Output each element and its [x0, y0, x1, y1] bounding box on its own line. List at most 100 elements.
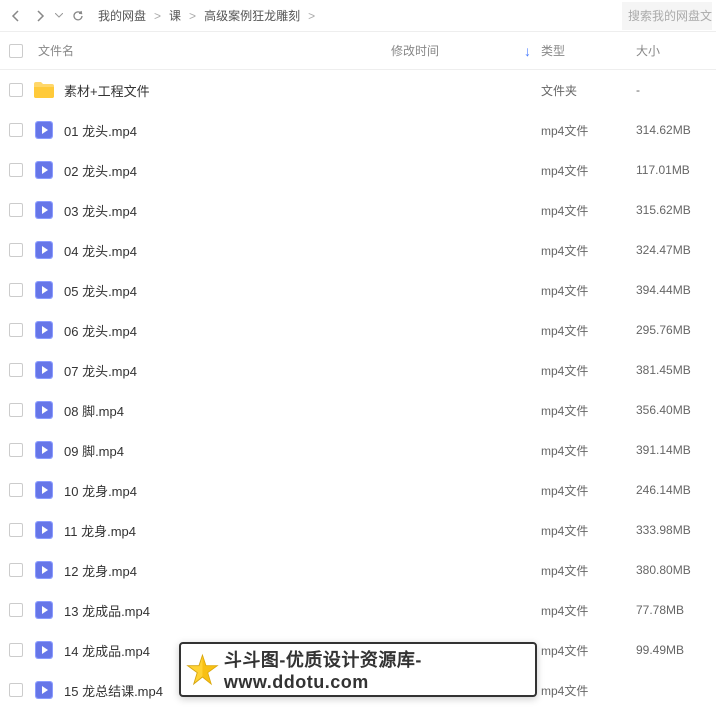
file-size: 117.01MB [636, 163, 716, 177]
header-size[interactable]: 大小 [636, 42, 716, 59]
breadcrumb-item[interactable]: 高级案例狂龙雕刻 [204, 7, 300, 24]
row-checkbox[interactable] [9, 203, 23, 217]
row-checkbox[interactable] [9, 603, 23, 617]
header-name[interactable]: 文件名 [32, 42, 391, 59]
row-checkbox[interactable] [9, 83, 23, 97]
file-name-cell[interactable]: 素材+工程文件 [32, 81, 391, 100]
file-name-cell[interactable]: 10 龙身.mp4 [32, 480, 391, 500]
row-checkbox[interactable] [9, 523, 23, 537]
table-row[interactable]: 08 脚.mp4mp4文件356.40MB [0, 390, 716, 430]
file-name-cell[interactable]: 07 龙头.mp4 [32, 360, 391, 380]
search-input[interactable]: 搜索我的网盘文件 [622, 2, 712, 30]
video-icon [32, 520, 56, 540]
row-checkbox[interactable] [9, 243, 23, 257]
video-icon [32, 600, 56, 620]
file-name-cell[interactable]: 02 龙头.mp4 [32, 160, 391, 180]
history-dropdown-icon[interactable] [52, 13, 66, 18]
row-checkbox[interactable] [9, 483, 23, 497]
sort-arrow-icon: ↓ [524, 43, 531, 59]
file-name-text: 14 龙成品.mp4 [64, 641, 150, 660]
video-icon [32, 360, 56, 380]
header-type[interactable]: 类型 [541, 42, 636, 59]
file-size: 394.44MB [636, 283, 716, 297]
file-name-cell[interactable]: 13 龙成品.mp4 [32, 600, 391, 620]
file-name-text: 12 龙身.mp4 [64, 561, 137, 580]
row-checkbox[interactable] [9, 363, 23, 377]
table-row[interactable]: 素材+工程文件文件夹- [0, 70, 716, 110]
file-name-cell[interactable]: 09 脚.mp4 [32, 440, 391, 460]
file-type: 文件夹 [541, 82, 636, 99]
table-row[interactable]: 10 龙身.mp4mp4文件246.14MB [0, 470, 716, 510]
video-icon [32, 680, 56, 700]
file-size: 381.45MB [636, 363, 716, 377]
breadcrumb-sep: > [308, 9, 315, 23]
table-row[interactable]: 12 龙身.mp4mp4文件380.80MB [0, 550, 716, 590]
video-icon [32, 480, 56, 500]
refresh-button[interactable] [66, 4, 90, 28]
file-size: 295.76MB [636, 323, 716, 337]
file-name-cell[interactable]: 08 脚.mp4 [32, 400, 391, 420]
file-type: mp4文件 [541, 122, 636, 139]
file-size: 333.98MB [636, 523, 716, 537]
file-name-cell[interactable]: 03 龙头.mp4 [32, 200, 391, 220]
table-row[interactable]: 11 龙身.mp4mp4文件333.98MB [0, 510, 716, 550]
row-checkbox[interactable] [9, 323, 23, 337]
breadcrumb-item[interactable]: 课 [169, 7, 181, 24]
table-row[interactable]: 09 脚.mp4mp4文件391.14MB [0, 430, 716, 470]
file-type: mp4文件 [541, 402, 636, 419]
file-size: 315.62MB [636, 203, 716, 217]
row-checkbox[interactable] [9, 683, 23, 697]
file-type: mp4文件 [541, 162, 636, 179]
file-name-text: 10 龙身.mp4 [64, 481, 137, 500]
table-row[interactable]: 13 龙成品.mp4mp4文件77.78MB [0, 590, 716, 630]
table-row[interactable]: 06 龙头.mp4mp4文件295.76MB [0, 310, 716, 350]
file-name-cell[interactable]: 05 龙头.mp4 [32, 280, 391, 300]
row-checkbox[interactable] [9, 283, 23, 297]
row-checkbox[interactable] [9, 163, 23, 177]
row-checkbox[interactable] [9, 123, 23, 137]
file-name-cell[interactable]: 01 龙头.mp4 [32, 120, 391, 140]
row-checkbox[interactable] [9, 643, 23, 657]
video-icon [32, 640, 56, 660]
table-row[interactable]: 03 龙头.mp4mp4文件315.62MB [0, 190, 716, 230]
file-type: mp4文件 [541, 282, 636, 299]
table-row[interactable]: 02 龙头.mp4 mp4文件117.01MB [0, 150, 716, 190]
video-icon [32, 400, 56, 420]
breadcrumb: 我的网盘 > 课 > 高级案例狂龙雕刻 > [90, 7, 622, 24]
file-name-cell[interactable]: 11 龙身.mp4 [32, 520, 391, 540]
watermark: 斗斗图-优质设计资源库-www.ddotu.com [179, 642, 537, 697]
file-name-text: 01 龙头.mp4 [64, 121, 137, 140]
file-name-text: 07 龙头.mp4 [64, 361, 137, 380]
row-checkbox[interactable] [9, 443, 23, 457]
file-type: mp4文件 [541, 562, 636, 579]
file-size: 314.62MB [636, 123, 716, 137]
file-size: 391.14MB [636, 443, 716, 457]
select-all-checkbox[interactable] [9, 44, 23, 58]
breadcrumb-sep: > [189, 9, 196, 23]
row-checkbox[interactable] [9, 403, 23, 417]
star-icon [185, 650, 220, 690]
table-row[interactable]: 07 龙头.mp4 mp4文件381.45MB [0, 350, 716, 390]
toolbar: 我的网盘 > 课 > 高级案例狂龙雕刻 > 搜索我的网盘文件 [0, 0, 716, 32]
file-name-cell[interactable]: 12 龙身.mp4 [32, 560, 391, 580]
file-name-text: 13 龙成品.mp4 [64, 601, 150, 620]
row-checkbox[interactable] [9, 563, 23, 577]
table-row[interactable]: 04 龙头.mp4mp4文件324.47MB [0, 230, 716, 270]
folder-icon [32, 81, 56, 99]
table-row[interactable]: 01 龙头.mp4 mp4文件314.62MB [0, 110, 716, 150]
video-icon [32, 120, 56, 140]
file-type: mp4文件 [541, 362, 636, 379]
table-row[interactable]: 05 龙头.mp4 mp4文件394.44MB [0, 270, 716, 310]
file-list: 素材+工程文件文件夹-01 龙头.mp4mp4文件314.62MB02 龙头.m… [0, 70, 716, 710]
file-name-cell[interactable]: 06 龙头.mp4 [32, 320, 391, 340]
file-name-text: 15 龙总结课.mp4 [64, 681, 163, 700]
header-date[interactable]: 修改时间 ↓ [391, 42, 541, 59]
file-type: mp4文件 [541, 642, 636, 659]
breadcrumb-item[interactable]: 我的网盘 [98, 7, 146, 24]
forward-button[interactable] [28, 4, 52, 28]
file-type: mp4文件 [541, 602, 636, 619]
video-icon [32, 240, 56, 260]
file-name-cell[interactable]: 04 龙头.mp4 [32, 240, 391, 260]
file-size: 324.47MB [636, 243, 716, 257]
back-button[interactable] [4, 4, 28, 28]
